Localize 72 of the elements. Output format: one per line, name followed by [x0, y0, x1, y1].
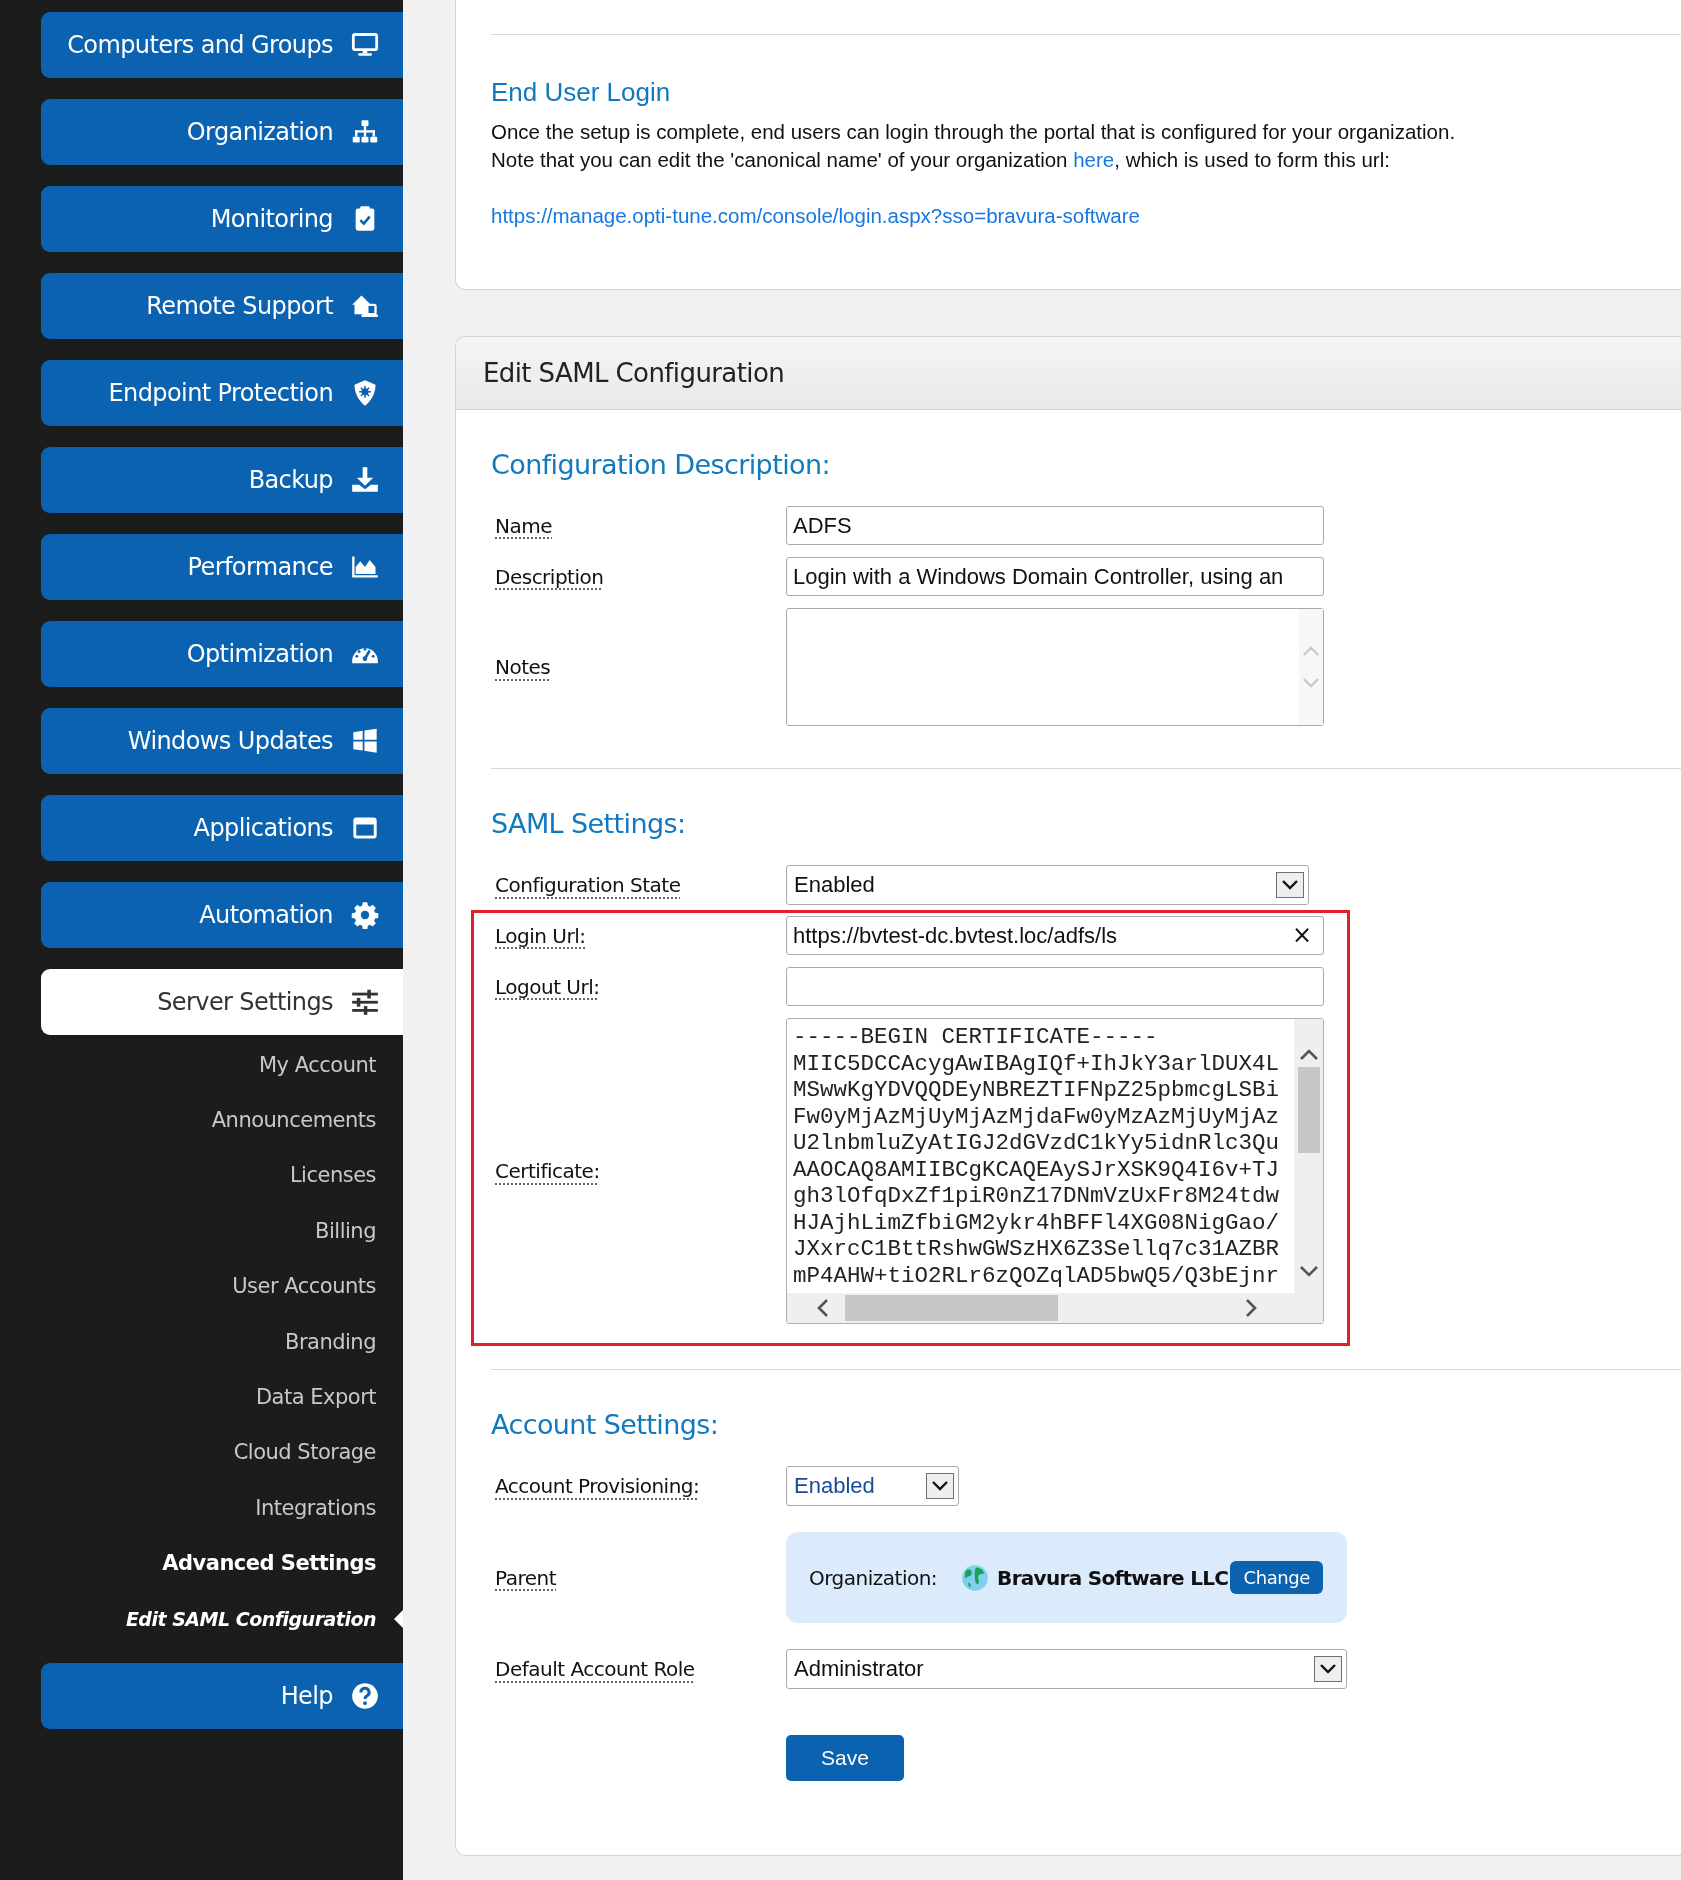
globe-icon: [961, 1563, 990, 1592]
section-title: End User Login: [491, 76, 672, 108]
sidebar-nav-item[interactable]: Automation: [41, 882, 403, 948]
field-label: Login Url:: [494, 923, 587, 948]
sidebar-nav-item[interactable]: Performance: [41, 534, 403, 600]
field-label: Description: [494, 564, 605, 589]
text-field[interactable]: [786, 967, 1324, 1006]
sidebar-nav-item[interactable]: Backup: [41, 447, 403, 513]
field-label: Account Provisioning:: [494, 1474, 701, 1498]
sidebar-nav-item[interactable]: Monitoring: [41, 186, 403, 252]
sidebar-sub-item[interactable]: Licenses: [0, 1147, 403, 1204]
sidebar-nav-item[interactable]: Remote Support: [41, 273, 403, 339]
dropdown-select[interactable]: Enabled: [786, 1466, 959, 1506]
field-label: Default Account Role: [494, 1657, 696, 1681]
text-field[interactable]: Login with a Windows Domain Controller, using an: [786, 557, 1324, 596]
sidebar-nav-item[interactable]: Server Settings: [41, 969, 403, 1035]
change-button[interactable]: Change: [1230, 1561, 1323, 1594]
gear-icon: [351, 901, 379, 929]
monitor-icon: [351, 31, 379, 59]
vertical-scrollbar[interactable]: [1294, 1019, 1323, 1293]
sidebar-nav-item[interactable]: Endpoint Protection: [41, 360, 403, 426]
field-label: Certificate:: [494, 1159, 601, 1183]
scrollbar-thumb[interactable]: [1297, 1067, 1320, 1153]
sidebar-sub-item[interactable]: Advanced Settings: [0, 1535, 403, 1591]
link[interactable]: here: [1073, 148, 1115, 171]
sidebar-nav-item[interactable]: Computers and Groups: [41, 12, 403, 78]
sitemap-icon: [351, 118, 379, 146]
sidebar-sub-item[interactable]: User Accounts: [0, 1258, 403, 1314]
sidebar-sub-item[interactable]: My Account: [0, 1037, 403, 1093]
field-label: Parent: [494, 1565, 558, 1590]
card-title: Edit SAML Configuration: [483, 358, 785, 388]
clear-button[interactable]: ×: [1287, 922, 1316, 948]
paragraph: Once the setup is complete, end users can login through the portal that is configured for your organization.: [491, 119, 1457, 145]
save-button[interactable]: Save: [786, 1735, 904, 1781]
dropdown-select[interactable]: Administrator: [786, 1649, 1347, 1689]
sidebar-nav-item[interactable]: Applications: [41, 795, 403, 861]
section-title: Account Settings:: [491, 1408, 720, 1442]
sidebar-nav-item[interactable]: Windows Updates: [41, 708, 403, 774]
text-field[interactable]: ADFS: [786, 506, 1324, 545]
sidebar-nav-item[interactable]: Organization: [41, 99, 403, 165]
sidebar-sub-item[interactable]: Integrations: [0, 1480, 403, 1536]
field-label: Configuration State: [494, 873, 682, 897]
certificate-field[interactable]: [786, 1018, 1324, 1324]
sidebar-sub-item[interactable]: Cloud Storage: [0, 1424, 403, 1481]
section-title: SAML Settings:: [491, 807, 687, 841]
sidebar-sub-item[interactable]: Data Export: [0, 1369, 403, 1425]
chevron-down-icon[interactable]: [1298, 1265, 1319, 1277]
certificate-text: -----BEGIN CERTIFICATE----- MIIC5DCCAcygAwIBAgIQf+IhJkY3arlDUX4L MSwwKgYDVQQDEyNBREZTIFNpZ25pbmcgLSBi Fw0yMjAzMjUyMjAzMjdaFw0yMzAzMjUyMjAz U2lnbmluZyAtIGJ2dGVzdC1kYy5idnRlc3Qu AAOCAQ8AMIIBCgKCAQEAySJrXSK9Q4I6v+TJ gh3lOfqDxZf1piR0nZ17DNmVzUxFr8M24tdw HJAjhLimZfbiGM2ykr4hBFFl4XG08NigGao/ JXxrcC1BttRshwGWSzHX6Z3Sellq7c31AZBR mP4AHW+tiO2RLr6zQOZqlAD5bwQ5/Q3bEjnr: [793, 1024, 1280, 1289]
sidebar-sub-item[interactable]: Billing: [0, 1203, 403, 1259]
scrollbar-thumb[interactable]: [845, 1295, 1058, 1321]
field-label: Name: [494, 513, 553, 538]
help-icon: [351, 1682, 379, 1711]
sidebar-nav-item[interactable]: Optimization: [41, 621, 403, 687]
field-label: Logout Url:: [494, 974, 601, 999]
download-icon: [351, 466, 379, 494]
section-title: Configuration Description:: [491, 448, 831, 482]
field-label: Notes: [494, 655, 552, 679]
sidebar-sub-item[interactable]: Announcements: [0, 1092, 403, 1148]
organization-caption: Organization:: [809, 1565, 938, 1590]
sidebar-sub-item[interactable]: Branding: [0, 1313, 403, 1370]
windows-logo-icon: [351, 727, 379, 755]
chevron-up-icon[interactable]: [1298, 1049, 1319, 1061]
sidebar-nav-item[interactable]: Help: [41, 1663, 403, 1730]
organization-name: Bravura Software LLC: [997, 1565, 1229, 1590]
sliders-icon: [351, 988, 379, 1016]
dropdown-select[interactable]: Enabled: [786, 865, 1309, 905]
paragraph: Note that you can edit the 'canonical name' of your organization here, which is used to form this url:: [491, 147, 1391, 173]
text-area[interactable]: [786, 608, 1324, 726]
chevron-right-icon[interactable]: [1245, 1298, 1257, 1318]
chevron-left-icon[interactable]: [817, 1298, 829, 1318]
horizontal-scrollbar[interactable]: [787, 1293, 1323, 1323]
login-url-link[interactable]: https://manage.opti-tune.com/console/login.aspx?sso=bravura-software: [491, 202, 1140, 230]
